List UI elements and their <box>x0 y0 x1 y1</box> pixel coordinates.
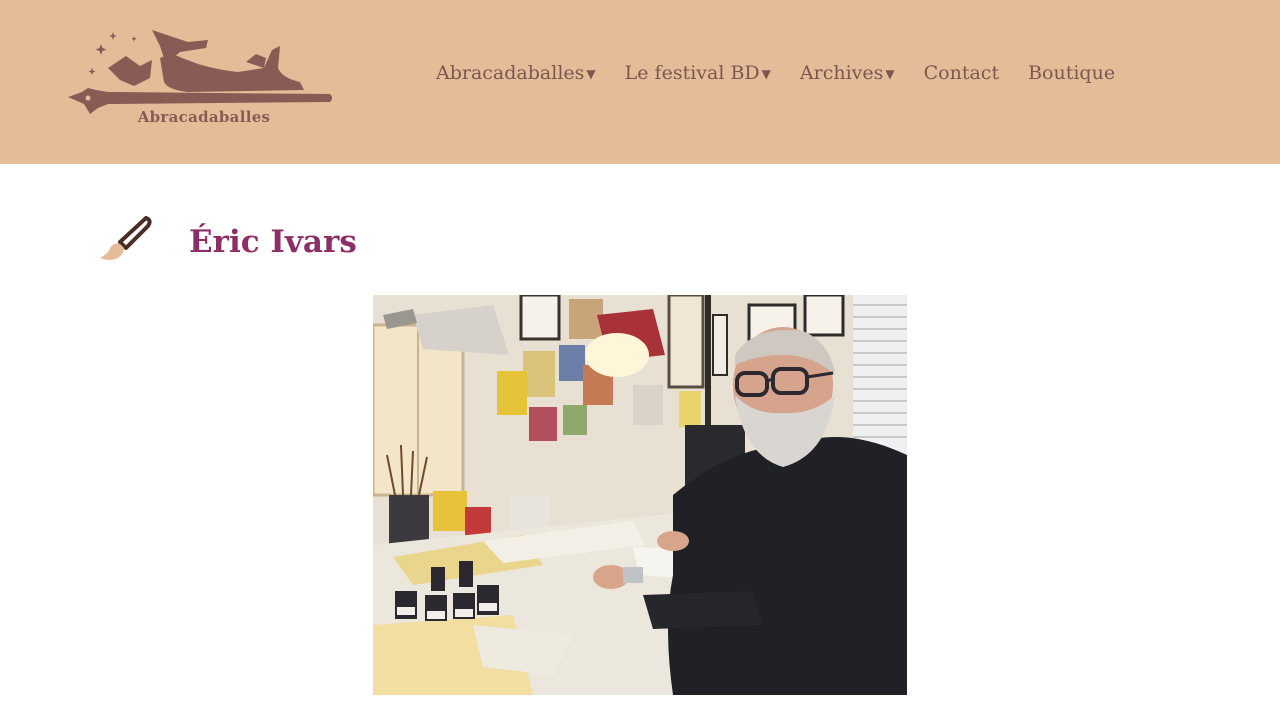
nav-item-label: Archives <box>799 62 884 84</box>
nav-item-abracadaballes[interactable]: Abracadaballes ▼ <box>436 62 596 84</box>
site-header: Abracadaballes Abracadaballes ▼ Le festi… <box>0 0 1280 164</box>
witch-pen-logo-icon <box>68 30 332 114</box>
artist-at-desk-image <box>373 295 907 695</box>
logo-text: Abracadaballes <box>137 108 271 126</box>
nav-item-label: Boutique <box>1028 62 1116 84</box>
nav-item-label: Contact <box>923 62 1000 84</box>
nav-item-archives[interactable]: Archives ▼ <box>800 62 895 84</box>
nav-item-festival-bd[interactable]: Le festival BD ▼ <box>625 62 771 84</box>
nav-item-label: Abracadaballes <box>436 62 585 84</box>
paintbrush-icon <box>100 216 152 260</box>
caret-down-icon: ▼ <box>761 67 771 81</box>
nav-item-boutique[interactable]: Boutique <box>1028 62 1115 84</box>
page-title-row: Éric Ivars <box>96 214 696 266</box>
artist-photo <box>373 295 907 695</box>
page-title: Éric Ivars <box>189 224 357 260</box>
nav-item-label: Le festival BD <box>624 62 760 84</box>
site-logo[interactable]: Abracadaballes <box>68 24 334 130</box>
caret-down-icon: ▼ <box>586 67 596 81</box>
main-nav: Abracadaballes ▼ Le festival BD ▼ Archiv… <box>436 58 1115 88</box>
nav-item-contact[interactable]: Contact <box>924 62 999 84</box>
caret-down-icon: ▼ <box>885 67 895 81</box>
